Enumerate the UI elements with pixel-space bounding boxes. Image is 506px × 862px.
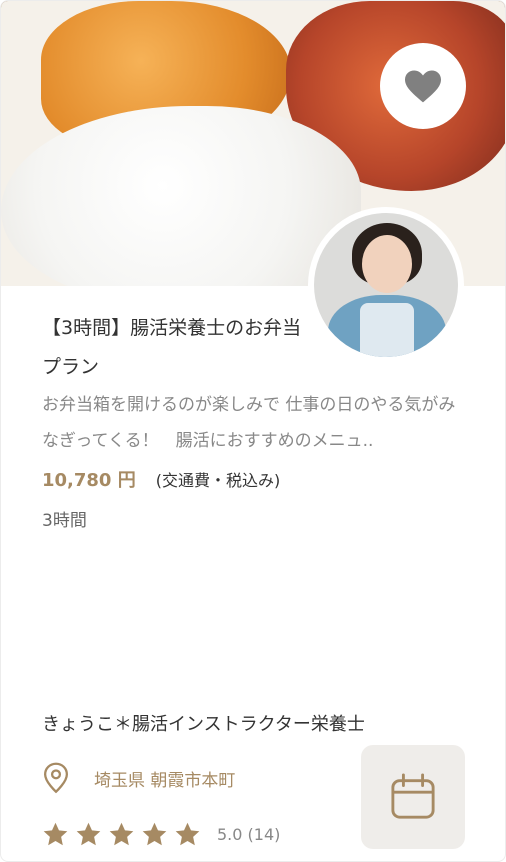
plan-title[interactable]: 【3時間】腸活栄養士のお弁当プラン — [42, 309, 308, 387]
instructor-name[interactable]: きょうこ＊腸活インストラクター栄養士 — [42, 711, 365, 739]
favorite-button[interactable] — [380, 43, 466, 129]
location-row: 埼玉県 朝霞市本町 — [42, 761, 235, 795]
calendar-icon — [391, 773, 435, 819]
star-icon — [76, 822, 101, 845]
calendar-button[interactable] — [361, 745, 465, 849]
plan-duration: 3時間 — [42, 511, 87, 531]
location-text: 埼玉県 朝霞市本町 — [94, 770, 236, 791]
star-icon — [175, 822, 200, 845]
plan-description: お弁当箱を開けるのが楽しみで 仕事の日のやる気がみなぎってくる！ 腸活におすすめ… — [42, 395, 456, 451]
instructor-avatar — [308, 207, 464, 363]
price-note: (交通費・税込み) — [155, 471, 281, 490]
star-icon — [43, 822, 68, 845]
location-pin-icon — [43, 762, 69, 794]
star-rating — [42, 821, 201, 848]
plan-price: 10,780 円 — [42, 470, 136, 491]
rating-row: 5.0 (14) — [42, 818, 280, 850]
rating-value: 5.0 (14) — [217, 824, 281, 844]
price-row: 10,780 円 (交通費・税込み) — [42, 464, 280, 494]
heart-icon — [405, 70, 441, 103]
star-icon — [109, 822, 134, 845]
star-icon — [142, 822, 167, 845]
plan-card[interactable]: 【3時間】腸活栄養士のお弁当プラン お弁当箱を開けるのが楽しみで 仕事の日のやる… — [0, 0, 506, 862]
